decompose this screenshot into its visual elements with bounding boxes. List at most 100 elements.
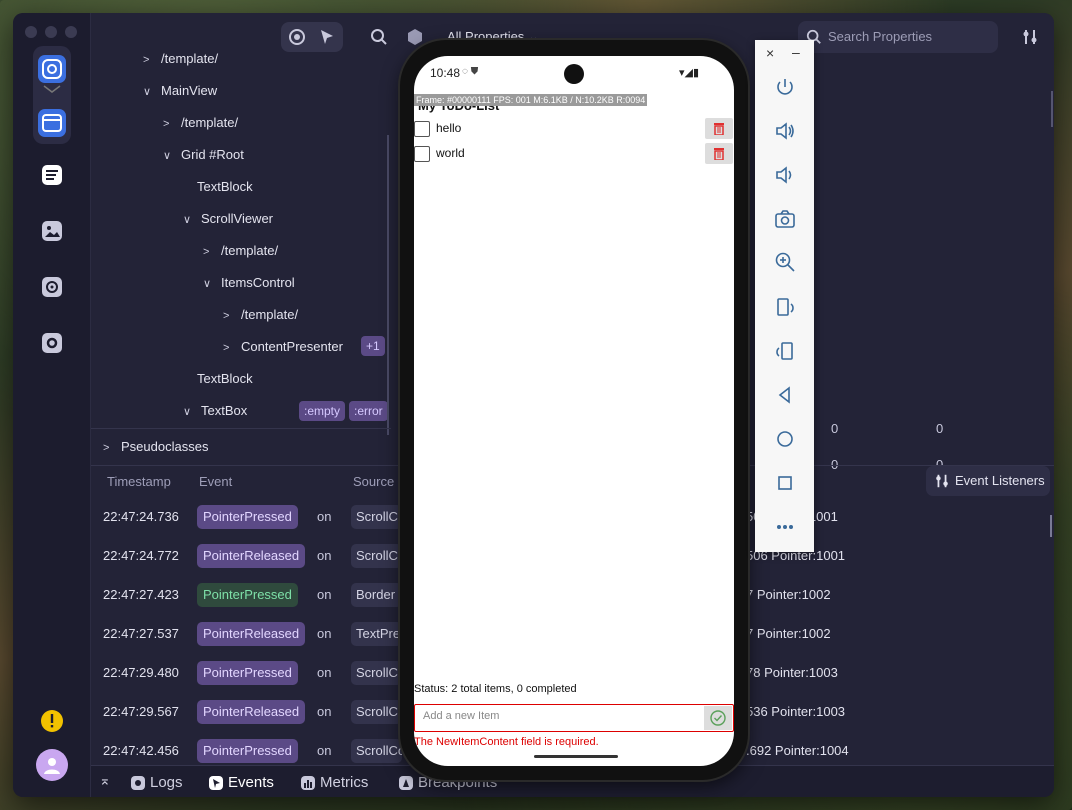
cube-icon[interactable] bbox=[406, 28, 424, 46]
phone-screen: 10:48 ◌ ⛊ ▾◢▮ My ToDo-List Frame: #00000… bbox=[414, 56, 734, 766]
pseudoclass-badge-empty: :empty bbox=[299, 401, 346, 421]
tree-node[interactable]: ∨ MainView bbox=[143, 79, 217, 103]
home-button[interactable] bbox=[772, 426, 798, 452]
back-icon bbox=[778, 386, 790, 404]
cursor-icon bbox=[321, 30, 333, 44]
volume-up-button[interactable] bbox=[772, 118, 798, 144]
disc-icon[interactable] bbox=[38, 273, 66, 301]
item-checkbox[interactable] bbox=[414, 121, 430, 137]
tree-toolbar bbox=[91, 13, 391, 59]
target-icon bbox=[289, 29, 305, 45]
tree-node[interactable]: >/template/ bbox=[223, 303, 298, 327]
volume-up-icon bbox=[776, 122, 794, 140]
warning-icon[interactable] bbox=[38, 707, 66, 735]
item-label: hello bbox=[436, 121, 462, 135]
rotate-right-icon bbox=[776, 342, 793, 360]
window-icon[interactable] bbox=[38, 109, 66, 137]
event-name: PointerReleased bbox=[197, 544, 306, 568]
validation-error: The NewItemContent field is required. bbox=[414, 736, 599, 748]
square-icon bbox=[778, 476, 792, 490]
power-icon bbox=[777, 79, 793, 95]
event-timestamp: 22:47:27.537 bbox=[103, 626, 179, 641]
collapse-icon[interactable]: ⌅ bbox=[99, 772, 111, 789]
volume-down-button[interactable] bbox=[772, 162, 798, 188]
close-button[interactable]: × bbox=[766, 45, 774, 61]
tab-events[interactable]: Events bbox=[209, 772, 274, 794]
home-indicator[interactable] bbox=[534, 755, 618, 758]
search-properties-input[interactable]: Search Properties bbox=[798, 21, 998, 53]
rotate-left-button[interactable] bbox=[772, 294, 798, 320]
pseudoclass-badge-error: :error bbox=[349, 401, 388, 421]
chevron-down-icon[interactable] bbox=[38, 81, 66, 97]
item-label: world bbox=[436, 146, 465, 160]
tab-logs[interactable]: Logs bbox=[131, 772, 183, 794]
event-timestamp: 22:47:24.736 bbox=[103, 509, 179, 524]
delete-button[interactable] bbox=[705, 118, 733, 139]
event-timestamp: 22:47:42.456 bbox=[103, 743, 179, 758]
event-on: on bbox=[317, 743, 332, 758]
zoom-button[interactable] bbox=[772, 249, 798, 275]
event-details: 7 Pointer:1002 bbox=[746, 587, 831, 602]
event-timestamp: 22:47:29.480 bbox=[103, 665, 179, 680]
delete-button[interactable] bbox=[705, 143, 733, 164]
rotate-right-button[interactable] bbox=[772, 338, 798, 364]
back-button[interactable] bbox=[772, 382, 798, 408]
event-name: PointerReleased bbox=[197, 622, 306, 646]
tree-icon[interactable] bbox=[38, 161, 66, 189]
avatar[interactable] bbox=[36, 749, 68, 781]
screenshot-button[interactable] bbox=[772, 206, 798, 232]
status-time: 10:48 bbox=[430, 66, 461, 80]
events-icon bbox=[209, 776, 223, 790]
tree-node[interactable]: >/template/ bbox=[203, 239, 278, 263]
event-name: PointerPressed bbox=[197, 739, 298, 763]
event-name: PointerPressed bbox=[197, 583, 298, 607]
tree-scrollbar[interactable] bbox=[387, 135, 389, 435]
pick-mode-toggle[interactable] bbox=[281, 22, 343, 52]
tree-node[interactable]: ∨ ItemsControl bbox=[203, 271, 295, 295]
listener-icon bbox=[936, 474, 948, 488]
item-checkbox[interactable] bbox=[414, 146, 430, 162]
new-item-input[interactable]: Add a new Item bbox=[414, 704, 734, 732]
sort-icon[interactable] bbox=[1021, 28, 1039, 46]
metrics-icon bbox=[301, 776, 315, 790]
event-on: on bbox=[317, 704, 332, 719]
home-icon bbox=[777, 431, 793, 447]
tree-node[interactable]: >/template/ bbox=[163, 111, 238, 135]
phone-emulator: 10:48 ◌ ⛊ ▾◢▮ My ToDo-List Frame: #00000… bbox=[400, 40, 748, 780]
event-name: PointerPressed bbox=[197, 661, 298, 685]
emulator-toolbar: × – bbox=[755, 40, 814, 552]
tree-node[interactable]: TextBlock bbox=[197, 175, 253, 199]
pseudoclasses-section[interactable]: > Pseudoclasses bbox=[91, 428, 391, 465]
image-icon[interactable] bbox=[38, 217, 66, 245]
event-source: ScrollCo bbox=[351, 505, 402, 529]
rotate-left-icon bbox=[777, 298, 794, 316]
side-rail bbox=[13, 13, 91, 797]
event-name: PointerPressed bbox=[197, 505, 298, 529]
tab-metrics[interactable]: Metrics bbox=[301, 772, 368, 794]
event-on: on bbox=[317, 626, 332, 641]
power-button[interactable] bbox=[772, 74, 798, 100]
tree-node[interactable]: ∨ Grid #Root bbox=[163, 143, 244, 167]
tree-node[interactable]: >/template/ bbox=[143, 47, 218, 71]
logs-icon bbox=[131, 776, 145, 790]
tree-node-selected[interactable]: ∨ TextBox bbox=[183, 399, 247, 423]
tree-node[interactable]: > ContentPresenter bbox=[223, 335, 343, 359]
event-on: on bbox=[317, 548, 332, 563]
properties-scrollbar[interactable] bbox=[1051, 91, 1053, 127]
minimize-button[interactable]: – bbox=[792, 44, 800, 60]
events-scrollbar[interactable] bbox=[1050, 515, 1052, 537]
gear-icon[interactable] bbox=[38, 329, 66, 357]
more-button[interactable] bbox=[772, 514, 798, 540]
padding-value: 0 bbox=[936, 421, 944, 436]
search-icon[interactable] bbox=[370, 28, 388, 46]
event-listeners-button[interactable]: Event Listeners bbox=[926, 466, 1050, 496]
margin-value: 0 bbox=[831, 421, 839, 436]
event-timestamp: 22:47:27.423 bbox=[103, 587, 179, 602]
overview-button[interactable] bbox=[772, 470, 798, 496]
event-on: on bbox=[317, 665, 332, 680]
tree-node[interactable]: TextBlock bbox=[197, 367, 253, 391]
add-item-button[interactable] bbox=[704, 706, 732, 730]
event-timestamp: 22:47:29.567 bbox=[103, 704, 179, 719]
tree-node[interactable]: ∨ ScrollViewer bbox=[183, 207, 273, 231]
window-controls[interactable] bbox=[25, 26, 77, 38]
